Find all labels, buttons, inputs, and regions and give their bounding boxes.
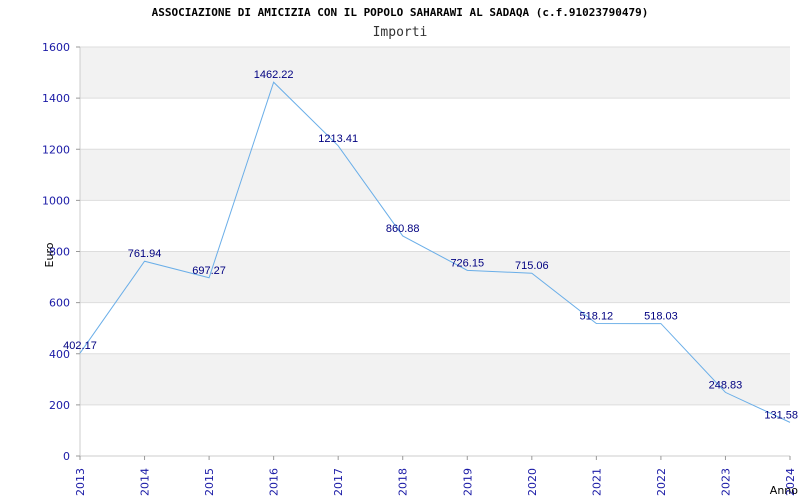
x-tick-label: 2022 (655, 468, 668, 496)
data-label: 761.94 (128, 248, 162, 260)
grid-band (80, 251, 790, 303)
data-label: 402.17 (63, 340, 97, 352)
x-axis-ticks: 2013 2014 2015 2016 2017 2018 2019 2020 2021 2022… (74, 456, 797, 496)
x-tick-label: 2017 (332, 468, 345, 496)
grid-bands (80, 47, 790, 405)
y-tick-label: 1400 (42, 92, 70, 105)
x-tick-label: 2018 (397, 468, 410, 496)
x-tick-label: 2013 (74, 468, 87, 496)
y-tick-label: 1200 (42, 143, 70, 156)
x-tick-label: 2016 (268, 468, 281, 496)
data-label: 248.83 (709, 379, 743, 391)
data-label: 697.27 (192, 265, 226, 277)
grid-band (80, 353, 790, 405)
y-tick-label: 1600 (42, 41, 70, 54)
data-label: 1213.41 (318, 133, 358, 145)
y-tick-label: 600 (49, 297, 70, 310)
x-tick-label: 2020 (526, 468, 539, 496)
data-label: 518.12 (580, 311, 614, 323)
data-label: 131.58 (764, 409, 798, 421)
y-tick-label: 1000 (42, 194, 70, 207)
x-tick-label: 2019 (461, 468, 474, 496)
y-tick-label: 200 (49, 399, 70, 412)
y-tick-label: 0 (63, 450, 70, 463)
grid-band (80, 149, 790, 201)
data-label: 860.88 (386, 223, 420, 235)
x-tick-label: 2014 (139, 468, 152, 496)
x-tick-label: 2015 (203, 468, 216, 496)
x-tick-label: 2021 (590, 468, 603, 496)
data-label: 518.03 (644, 311, 678, 323)
x-tick-label: 2023 (719, 468, 732, 496)
data-label: 726.15 (450, 257, 484, 269)
x-axis-label: Anno (770, 484, 798, 497)
data-label: 1462.22 (254, 69, 294, 81)
y-axis-label: Euro (43, 242, 56, 267)
line-chart: 02004006008001000120014001600 2013 2014 20… (42, 41, 798, 497)
data-label: 715.06 (515, 260, 549, 272)
grid-band (80, 47, 790, 99)
